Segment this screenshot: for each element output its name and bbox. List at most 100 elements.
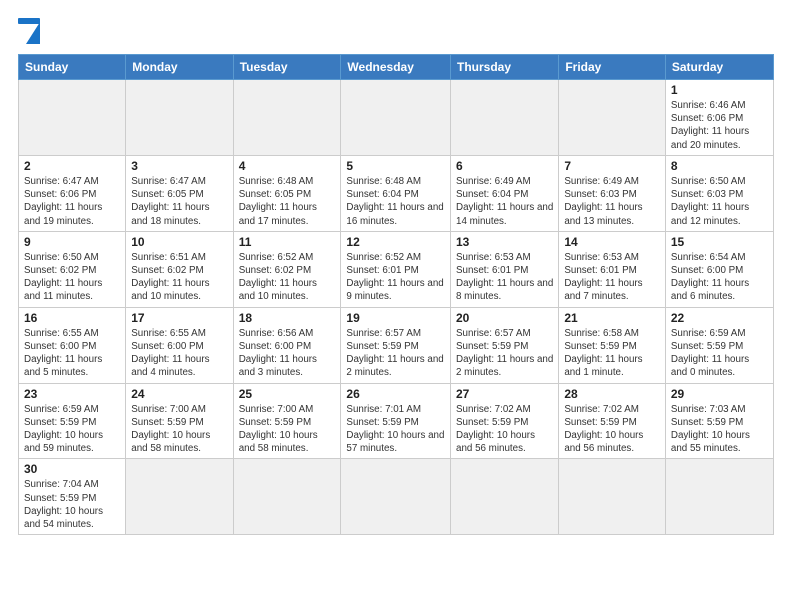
day-cell	[451, 80, 559, 156]
day-info: Sunrise: 6:58 AM Sunset: 5:59 PM Dayligh…	[564, 327, 660, 380]
day-number: 16	[24, 311, 120, 325]
day-info: Sunrise: 6:54 AM Sunset: 6:00 PM Dayligh…	[671, 251, 768, 304]
day-number: 6	[456, 159, 553, 173]
logo-icon	[18, 18, 40, 44]
day-number: 11	[239, 235, 336, 249]
day-cell: 8Sunrise: 6:50 AM Sunset: 6:03 PM Daylig…	[665, 155, 773, 231]
day-info: Sunrise: 7:00 AM Sunset: 5:59 PM Dayligh…	[131, 403, 227, 456]
day-cell: 24 Sunrise: 7:00 AM Sunset: 5:59 PM Dayli…	[126, 383, 233, 459]
weekday-saturday: Saturday	[665, 55, 773, 80]
day-number: 27	[456, 387, 553, 401]
day-number: 2	[24, 159, 120, 173]
day-info: Sunrise: 6:57 AM Sunset: 5:59 PM Dayligh…	[346, 327, 445, 380]
week-row-4: 16 Sunrise: 6:55 AM Sunset: 6:00 PM Dayli…	[19, 307, 774, 383]
day-cell	[233, 459, 341, 535]
weekday-friday: Friday	[559, 55, 666, 80]
calendar-header: SundayMondayTuesdayWednesdayThursdayFrid…	[19, 55, 774, 80]
day-info: Sunrise: 6:48 AM Sunset: 6:04 PM Dayligh…	[346, 175, 445, 228]
day-cell: 20 Sunrise: 6:57 AM Sunset: 5:59 PM Dayli…	[451, 307, 559, 383]
day-number: 21	[564, 311, 660, 325]
day-info: Sunrise: 6:49 AM Sunset: 6:04 PM Dayligh…	[456, 175, 553, 228]
day-cell: 17 Sunrise: 6:55 AM Sunset: 6:00 PM Dayli…	[126, 307, 233, 383]
day-info: Sunrise: 6:47 AM Sunset: 6:06 PM Dayligh…	[24, 175, 120, 228]
day-info: Sunrise: 6:50 AM Sunset: 6:03 PM Dayligh…	[671, 175, 768, 228]
day-info: Sunrise: 6:57 AM Sunset: 5:59 PM Dayligh…	[456, 327, 553, 380]
day-info: Sunrise: 6:55 AM Sunset: 6:00 PM Dayligh…	[24, 327, 120, 380]
day-cell: 14 Sunrise: 6:53 AM Sunset: 6:01 PM Dayli…	[559, 231, 666, 307]
week-row-2: 2 Sunrise: 6:47 AM Sunset: 6:06 PM Daylig…	[19, 155, 774, 231]
day-cell: 2 Sunrise: 6:47 AM Sunset: 6:06 PM Daylig…	[19, 155, 126, 231]
day-info: Sunrise: 6:48 AM Sunset: 6:05 PM Dayligh…	[239, 175, 336, 228]
day-cell	[341, 459, 451, 535]
day-number: 30	[24, 462, 120, 476]
day-cell: 26 Sunrise: 7:01 AM Sunset: 5:59 PM Dayli…	[341, 383, 451, 459]
day-info: Sunrise: 7:00 AM Sunset: 5:59 PM Dayligh…	[239, 403, 336, 456]
day-cell	[559, 459, 666, 535]
day-number: 3	[131, 159, 227, 173]
day-number: 14	[564, 235, 660, 249]
day-number: 26	[346, 387, 445, 401]
day-number: 22	[671, 311, 768, 325]
day-cell: 5Sunrise: 6:48 AM Sunset: 6:04 PM Daylig…	[341, 155, 451, 231]
day-cell: 27 Sunrise: 7:02 AM Sunset: 5:59 PM Dayli…	[451, 383, 559, 459]
day-info: Sunrise: 6:59 AM Sunset: 5:59 PM Dayligh…	[671, 327, 768, 380]
day-number: 17	[131, 311, 227, 325]
day-info: Sunrise: 6:46 AM Sunset: 6:06 PM Dayligh…	[671, 99, 768, 152]
day-info: Sunrise: 6:55 AM Sunset: 6:00 PM Dayligh…	[131, 327, 227, 380]
day-info: Sunrise: 7:03 AM Sunset: 5:59 PM Dayligh…	[671, 403, 768, 456]
calendar-body: 1 Sunrise: 6:46 AM Sunset: 6:06 PM Daylig…	[19, 80, 774, 535]
day-cell	[126, 459, 233, 535]
day-info: Sunrise: 7:02 AM Sunset: 5:59 PM Dayligh…	[456, 403, 553, 456]
day-cell: 29 Sunrise: 7:03 AM Sunset: 5:59 PM Dayli…	[665, 383, 773, 459]
weekday-wednesday: Wednesday	[341, 55, 451, 80]
day-number: 20	[456, 311, 553, 325]
day-cell	[451, 459, 559, 535]
day-info: Sunrise: 6:52 AM Sunset: 6:02 PM Dayligh…	[239, 251, 336, 304]
header	[18, 18, 774, 44]
day-cell: 25 Sunrise: 7:00 AM Sunset: 5:59 PM Dayli…	[233, 383, 341, 459]
day-info: Sunrise: 6:47 AM Sunset: 6:05 PM Dayligh…	[131, 175, 227, 228]
day-cell: 9Sunrise: 6:50 AM Sunset: 6:02 PM Daylig…	[19, 231, 126, 307]
day-cell: 12Sunrise: 6:52 AM Sunset: 6:01 PM Dayli…	[341, 231, 451, 307]
day-cell: 3 Sunrise: 6:47 AM Sunset: 6:05 PM Daylig…	[126, 155, 233, 231]
week-row-6: 30 Sunrise: 7:04 AM Sunset: 5:59 PM Dayli…	[19, 459, 774, 535]
day-number: 29	[671, 387, 768, 401]
logo-triangle	[26, 22, 40, 44]
weekday-header-row: SundayMondayTuesdayWednesdayThursdayFrid…	[19, 55, 774, 80]
day-info: Sunrise: 7:04 AM Sunset: 5:59 PM Dayligh…	[24, 478, 120, 531]
day-number: 15	[671, 235, 768, 249]
day-info: Sunrise: 7:01 AM Sunset: 5:59 PM Dayligh…	[346, 403, 445, 456]
day-cell: 4Sunrise: 6:48 AM Sunset: 6:05 PM Daylig…	[233, 155, 341, 231]
weekday-tuesday: Tuesday	[233, 55, 341, 80]
day-info: Sunrise: 6:53 AM Sunset: 6:01 PM Dayligh…	[456, 251, 553, 304]
day-cell: 28Sunrise: 7:02 AM Sunset: 5:59 PM Dayli…	[559, 383, 666, 459]
day-cell: 23Sunrise: 6:59 AM Sunset: 5:59 PM Dayli…	[19, 383, 126, 459]
day-number: 10	[131, 235, 227, 249]
week-row-1: 1 Sunrise: 6:46 AM Sunset: 6:06 PM Daylig…	[19, 80, 774, 156]
day-info: Sunrise: 6:52 AM Sunset: 6:01 PM Dayligh…	[346, 251, 445, 304]
day-cell: 22 Sunrise: 6:59 AM Sunset: 5:59 PM Dayli…	[665, 307, 773, 383]
day-number: 13	[456, 235, 553, 249]
week-row-5: 23Sunrise: 6:59 AM Sunset: 5:59 PM Dayli…	[19, 383, 774, 459]
day-info: Sunrise: 6:59 AM Sunset: 5:59 PM Dayligh…	[24, 403, 120, 456]
day-info: Sunrise: 6:49 AM Sunset: 6:03 PM Dayligh…	[564, 175, 660, 228]
calendar-table: SundayMondayTuesdayWednesdayThursdayFrid…	[18, 54, 774, 535]
day-number: 19	[346, 311, 445, 325]
day-number: 25	[239, 387, 336, 401]
week-row-3: 9Sunrise: 6:50 AM Sunset: 6:02 PM Daylig…	[19, 231, 774, 307]
day-info: Sunrise: 6:56 AM Sunset: 6:00 PM Dayligh…	[239, 327, 336, 380]
logo	[18, 18, 44, 44]
weekday-sunday: Sunday	[19, 55, 126, 80]
day-cell: 11 Sunrise: 6:52 AM Sunset: 6:02 PM Dayli…	[233, 231, 341, 307]
day-cell	[126, 80, 233, 156]
day-cell: 30 Sunrise: 7:04 AM Sunset: 5:59 PM Dayli…	[19, 459, 126, 535]
day-cell	[19, 80, 126, 156]
day-cell	[665, 459, 773, 535]
day-cell: 1 Sunrise: 6:46 AM Sunset: 6:06 PM Daylig…	[665, 80, 773, 156]
day-cell: 18Sunrise: 6:56 AM Sunset: 6:00 PM Dayli…	[233, 307, 341, 383]
day-number: 24	[131, 387, 227, 401]
day-info: Sunrise: 7:02 AM Sunset: 5:59 PM Dayligh…	[564, 403, 660, 456]
day-cell: 19 Sunrise: 6:57 AM Sunset: 5:59 PM Dayli…	[341, 307, 451, 383]
day-number: 1	[671, 83, 768, 97]
day-info: Sunrise: 6:53 AM Sunset: 6:01 PM Dayligh…	[564, 251, 660, 304]
